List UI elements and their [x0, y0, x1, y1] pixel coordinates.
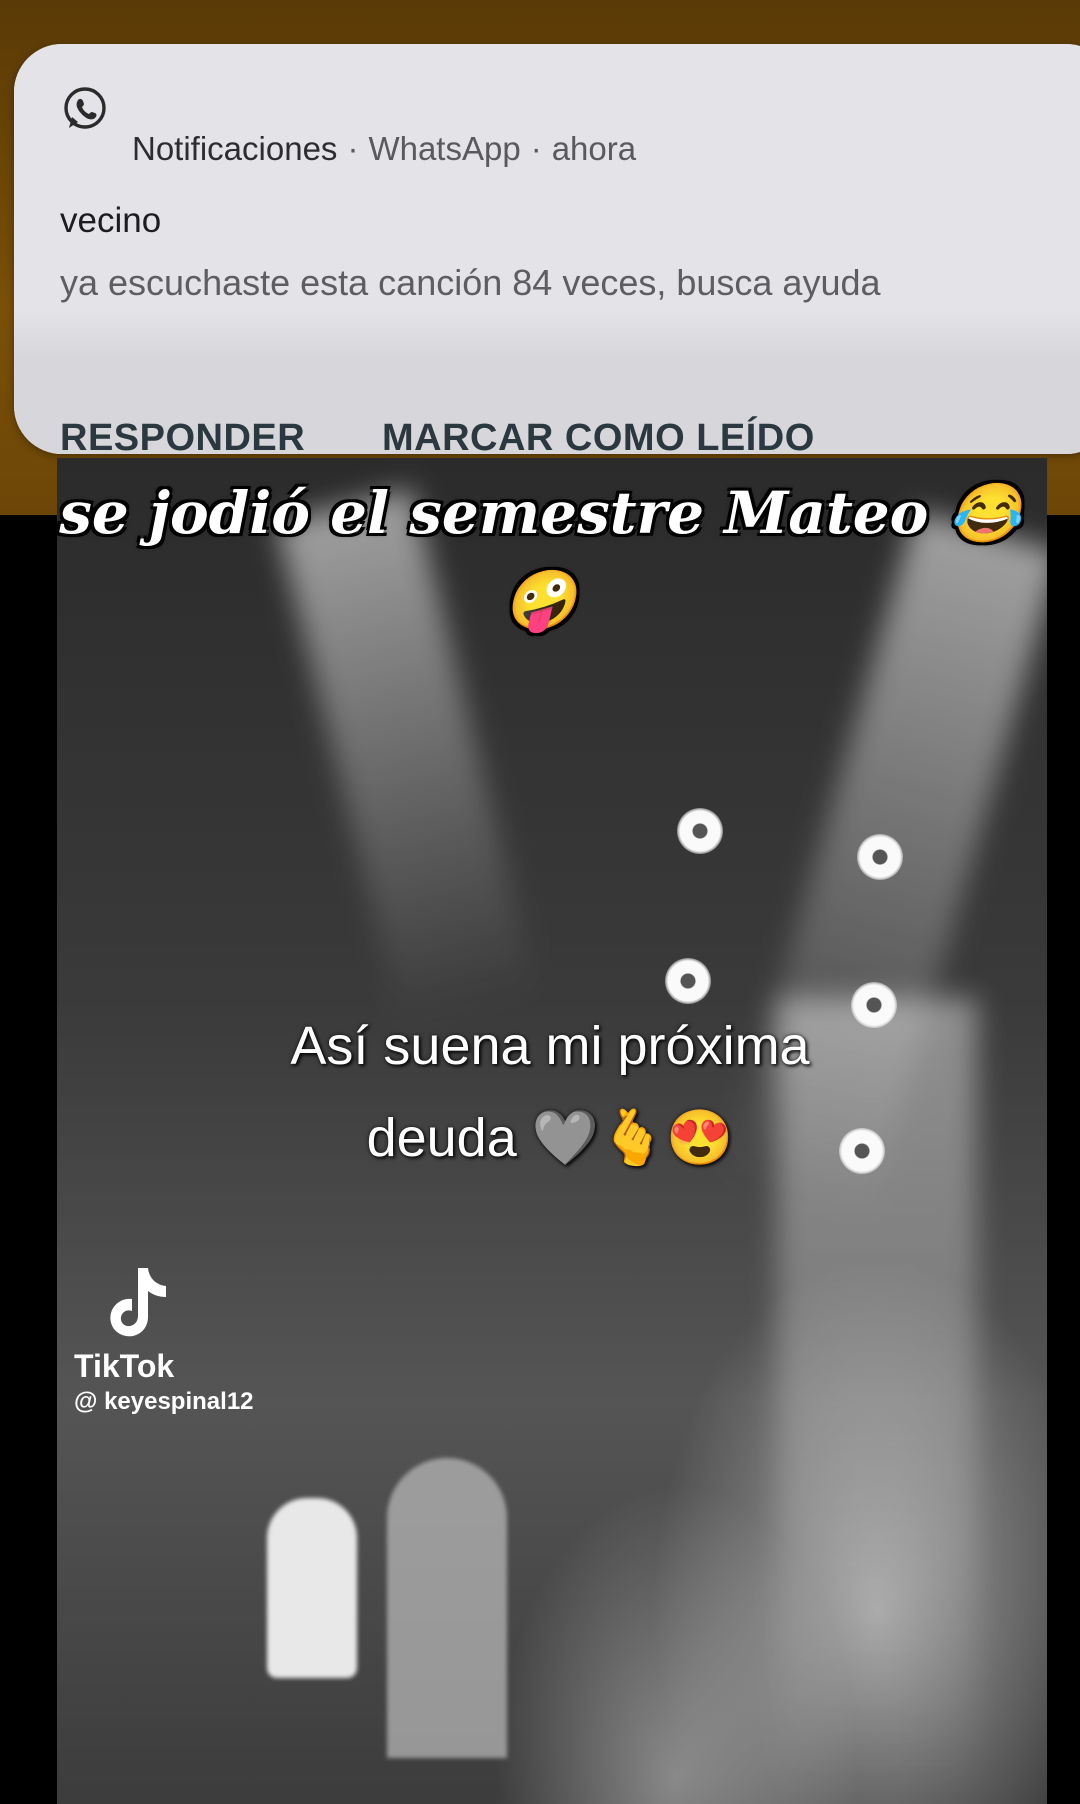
separator-dot-2: · [530, 130, 542, 167]
notification-header: Notificaciones · WhatsApp · ahora [132, 130, 636, 168]
overlay-line-2: deuda 🩶🫰😍 [366, 1108, 734, 1168]
whatsapp-notification[interactable]: Notificaciones · WhatsApp · ahora vecino ya … [14, 44, 1080, 454]
notification-time: ahora [551, 130, 637, 167]
caption-line-2: 🤪 [503, 566, 577, 634]
separator-dot: · [347, 130, 359, 167]
overlay-line-1: Así suena mi próxima [290, 1016, 810, 1076]
caption-line-1: se jodió el semestre Mateo 😂 [59, 479, 1021, 547]
stage-door [387, 1458, 507, 1758]
performer-silhouette [267, 1498, 357, 1678]
stage-light [857, 834, 903, 880]
notification-message: ya escuchaste esta canción 84 veces, bus… [60, 262, 881, 303]
notification-source-label: Notificaciones [132, 130, 338, 167]
video-overlay-text: Así suena mi próxima deuda 🩶🫰😍 [0, 1000, 1080, 1184]
whatsapp-icon [64, 87, 106, 129]
stage-light [677, 808, 723, 854]
tiktok-icon [110, 1268, 166, 1337]
reply-button[interactable]: RESPONDER [60, 417, 305, 454]
notification-sender: vecino [60, 201, 162, 240]
stage-light [665, 958, 711, 1004]
tiktok-username: @ keyespinal12 [74, 1388, 254, 1415]
mark-as-read-button[interactable]: MARCAR COMO LEÍDO [382, 417, 815, 454]
meme-caption: se jodió el semestre Mateo 😂 🤪 [0, 470, 1080, 644]
notification-app-name: WhatsApp [368, 130, 521, 167]
tiktok-brand: TikTok [74, 1348, 175, 1384]
